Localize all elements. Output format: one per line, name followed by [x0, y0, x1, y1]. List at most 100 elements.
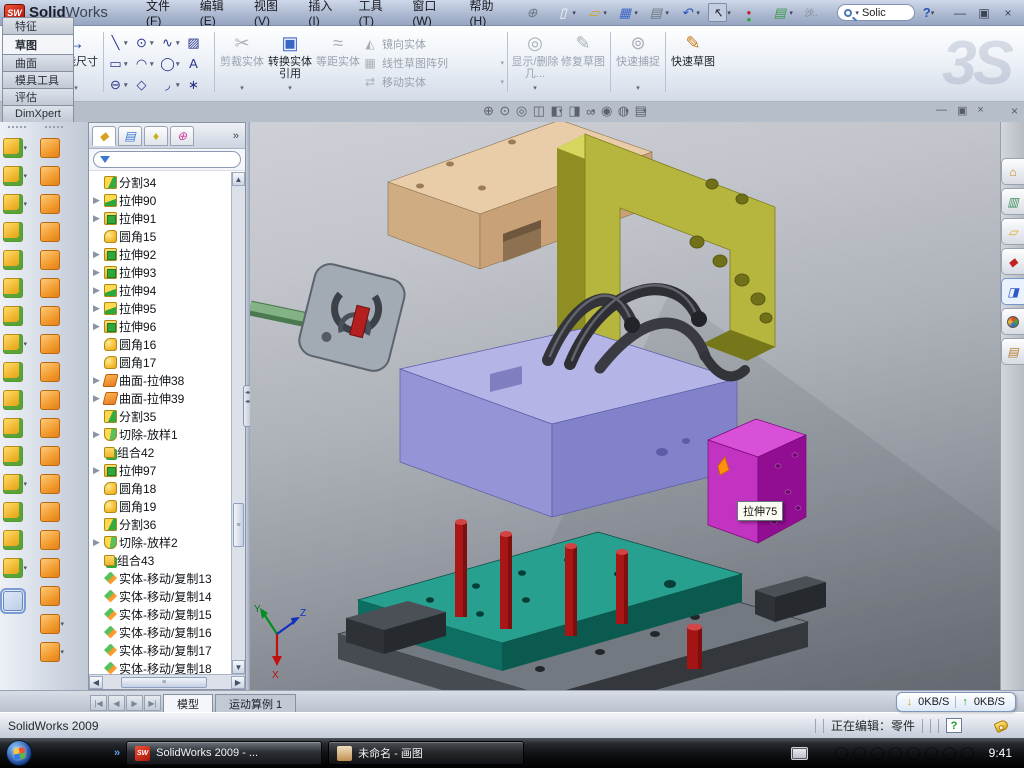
zoom-fit-icon[interactable]: ⊕	[483, 103, 494, 119]
draft-icon[interactable]	[3, 278, 23, 298]
shell-icon[interactable]	[3, 250, 23, 270]
chamfer-icon[interactable]	[3, 222, 23, 242]
tree-item[interactable]: ▶ 组合42	[91, 443, 245, 461]
tree-item[interactable]: ▶ 分割35	[91, 407, 245, 425]
extend-surface-icon[interactable]	[40, 474, 60, 494]
expand-arrow-icon[interactable]: ▶	[93, 465, 102, 476]
expand-arrow-icon[interactable]: ▶	[93, 213, 102, 224]
tree-item[interactable]: ▶ 拉伸95	[91, 299, 245, 317]
taskbar-task-button[interactable]: 未命名 - 画图	[328, 741, 524, 765]
dropdown-caret-icon[interactable]: ▾	[61, 620, 69, 628]
media-icon[interactable]	[65, 745, 81, 761]
dropdown-caret-icon[interactable]: ▾	[665, 9, 673, 17]
expand-arrow-icon[interactable]: ▶	[93, 249, 102, 260]
tree-filter-input[interactable]	[93, 151, 241, 168]
search-scope-caret-icon[interactable]: ▾	[855, 9, 859, 17]
antivirus-shield-icon[interactable]	[835, 747, 848, 760]
dropdown-caret-icon[interactable]: ▾	[603, 9, 611, 17]
line-icon[interactable]: ╲▾	[107, 32, 133, 53]
polygon-icon[interactable]: ◇▾	[133, 74, 159, 95]
expand-arrow-icon[interactable]: ▶	[93, 375, 102, 386]
quick-tips-help-icon[interactable]: ?	[946, 718, 962, 733]
magnifying-glass-icon[interactable]: ◎	[516, 103, 527, 119]
tree-item[interactable]: ▶ 实体-移动/复制18	[91, 659, 245, 674]
tree-item[interactable]: ▶ 拉伸93	[91, 263, 245, 281]
featuremanager-tab[interactable]: ◆	[92, 126, 116, 146]
dropdown-caret-icon[interactable]: ▾	[24, 172, 32, 180]
select-arrow-icon[interactable]: ↖	[708, 3, 727, 22]
doc-restore-button[interactable]: ▣	[957, 104, 967, 117]
traffic-light-icon[interactable]: ●	[739, 3, 758, 22]
close-button[interactable]: ×	[1000, 6, 1016, 20]
blocked-item-icon[interactable]	[961, 747, 974, 760]
quick-snaps-button[interactable]: ⊚ 快速捕捉 ▾	[614, 29, 662, 95]
restore-button[interactable]: ▣	[976, 6, 992, 20]
volume-icon[interactable]	[889, 747, 902, 760]
part-side-block[interactable]	[708, 419, 806, 543]
ellipse-icon[interactable]: ◯▾	[159, 53, 185, 74]
repair-sketch-button[interactable]: ✎ 修复草图 ▾	[559, 29, 607, 95]
move-entities[interactable]: ⇄ 移动实体 ▾	[362, 72, 504, 91]
tree-item[interactable]: ▶ 拉伸97	[91, 461, 245, 479]
tree-item[interactable]: ▶ 圆角15	[91, 227, 245, 245]
toolbar-drag-handle[interactable]	[45, 126, 63, 131]
display-delete-relations-button[interactable]: ◎ 显示/删除几... ▾	[511, 29, 559, 95]
curve-icon[interactable]	[3, 474, 23, 494]
model-tab[interactable]: 模型	[163, 694, 213, 712]
tree-item[interactable]: ▶ 拉伸90	[91, 191, 245, 209]
save-icon[interactable]: ▦	[615, 3, 634, 22]
network-warning-icon[interactable]	[925, 747, 938, 760]
language-keyboard-icon[interactable]	[791, 747, 808, 760]
section-view-icon[interactable]: ◫	[533, 103, 545, 119]
scroll-left-icon[interactable]: ◀	[89, 676, 103, 689]
tree-item[interactable]: ▶ 圆角18	[91, 479, 245, 497]
expand-arrow-icon[interactable]: ▶	[93, 267, 102, 278]
replace-face-icon[interactable]	[40, 446, 60, 466]
doc-close-button[interactable]: ×	[977, 104, 983, 117]
expand-arrow-icon[interactable]: ▶	[93, 285, 102, 296]
planar-surface-icon[interactable]	[40, 306, 60, 326]
start-button[interactable]	[6, 740, 32, 766]
command-tab[interactable]: 特征	[2, 17, 74, 34]
search-input[interactable]: Solic	[862, 7, 886, 19]
tree-item[interactable]: ▶ 实体-移动/复制17	[91, 641, 245, 659]
undo-icon[interactable]: ↶	[677, 3, 696, 22]
lofted-surface-icon[interactable]	[40, 222, 60, 242]
spline-icon[interactable]	[3, 558, 23, 578]
tag-icon[interactable]	[994, 718, 1010, 732]
custom-properties-tab[interactable]: ▤	[1001, 338, 1024, 365]
solidworks-resources-tab[interactable]: ⌂	[1001, 158, 1024, 185]
convert-entities-button[interactable]: ▣ 转换实体引用 ▾	[266, 29, 314, 95]
revolved-surface-icon[interactable]	[40, 166, 60, 186]
last-tab-button[interactable]: ▶|	[144, 695, 161, 711]
dropdown-caret-icon[interactable]: ▾	[789, 9, 797, 17]
dropdown-caret-icon[interactable]: ▾	[696, 9, 704, 17]
circle-icon[interactable]: ⊙▾	[133, 32, 159, 53]
security-shield-icon[interactable]	[853, 747, 866, 760]
tree-item[interactable]: ▶ 拉伸96	[91, 317, 245, 335]
help-button[interactable]: ?	[923, 5, 931, 20]
dropdown-caret-icon[interactable]: ▾	[61, 648, 69, 656]
update-icon[interactable]	[871, 747, 884, 760]
surface-fillet-icon[interactable]	[40, 390, 60, 410]
tree-item[interactable]: ▶ 实体-移动/复制14	[91, 587, 245, 605]
command-tab[interactable]: 评估	[2, 88, 74, 105]
task-pane-close-icon[interactable]: ×	[1011, 104, 1018, 118]
tree-item[interactable]: ▶ 组合43	[91, 551, 245, 569]
tree-item[interactable]: ▶ 实体-移动/复制16	[91, 623, 245, 641]
expand-arrow-icon[interactable]: ▶	[93, 195, 102, 206]
offset-entities-button[interactable]: ≈ 等距实体 ▾	[314, 29, 362, 95]
untrim-surface-icon[interactable]	[40, 530, 60, 550]
dropdown-caret-icon[interactable]: ▾	[634, 9, 642, 17]
tree-item[interactable]: ▶ 圆角16	[91, 335, 245, 353]
dropdown-caret-icon[interactable]: ▾	[24, 564, 32, 572]
delete-face-icon[interactable]	[40, 418, 60, 438]
rapid-sketch-button[interactable]: ✎ 快速草图 ▾	[669, 29, 717, 95]
tree-item[interactable]: ▶ 切除-放样1	[91, 425, 245, 443]
tree-item[interactable]: ▶ 切除-放样2	[91, 533, 245, 551]
tree-item[interactable]: ▶ 圆角17	[91, 353, 245, 371]
scroll-right-icon[interactable]: ▶	[231, 676, 245, 689]
tree-item[interactable]: ▶ 实体-移动/复制15	[91, 605, 245, 623]
corner-rectangle-icon[interactable]: ▨▾	[185, 32, 211, 53]
command-tab[interactable]: 曲面	[2, 54, 74, 71]
